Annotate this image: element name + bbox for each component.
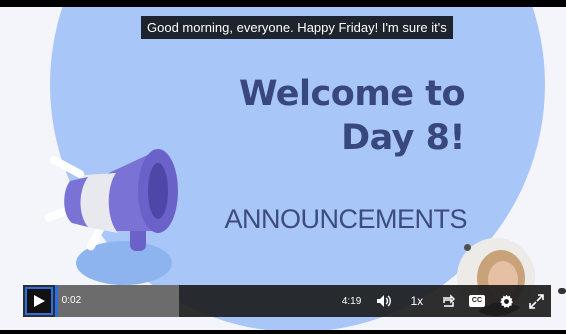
webcam-edge-handle[interactable] (558, 288, 566, 294)
current-time: 0:02 (61, 295, 82, 306)
control-bar: 0:02 4:19 1x CC (23, 285, 551, 317)
repeat-icon (443, 294, 456, 307)
slide-title: Welcome to Day 8! (160, 72, 466, 160)
fullscreen-button[interactable] (521, 285, 551, 317)
webcam-handle[interactable] (464, 244, 471, 251)
settings-button[interactable] (492, 285, 522, 317)
progress-bar[interactable]: 0:02 (54, 285, 338, 317)
slide-title-line1: Welcome to (238, 74, 466, 114)
closed-captions-icon: CC (468, 295, 485, 307)
play-icon (33, 295, 45, 307)
playback-speed-button[interactable]: 1x (399, 285, 435, 317)
progress-played (54, 285, 58, 317)
closed-caption-text: Good morning, everyone. Happy Friday! I'… (141, 16, 453, 39)
slide-subtitle: ANNOUNCEMENTS (224, 204, 467, 234)
closed-captions-button[interactable]: CC (462, 285, 492, 317)
gear-icon (500, 294, 514, 308)
volume-icon (377, 295, 392, 307)
duration: 4:19 (341, 295, 362, 307)
video-player[interactable]: Welcome to Day 8! ANNOUNCEMENTS Good mor… (0, 0, 566, 334)
fullscreen-icon (528, 293, 544, 309)
repeat-button[interactable] (435, 285, 463, 317)
slide-title-line2: Day 8! (341, 118, 465, 158)
play-button[interactable] (25, 287, 53, 315)
volume-button[interactable] (369, 285, 399, 317)
